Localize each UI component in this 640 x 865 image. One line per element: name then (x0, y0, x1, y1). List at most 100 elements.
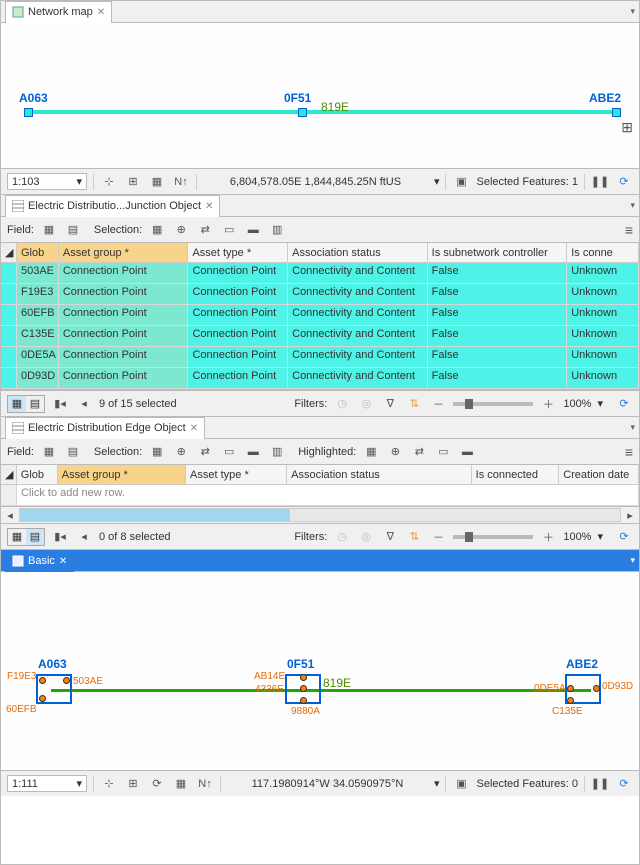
row-handle[interactable] (1, 368, 17, 388)
clear-selection-icon[interactable]: ▭ (220, 443, 238, 461)
table-row[interactable]: 503AEConnection PointConnection PointCon… (1, 263, 639, 284)
dot-60efb[interactable] (39, 695, 46, 702)
field-show-icon[interactable]: ▦ (40, 443, 58, 461)
table-row[interactable]: 0D93DConnection PointConnection PointCon… (1, 368, 639, 389)
scroll-sync-icon[interactable]: ⇅ (405, 395, 423, 413)
select-by-attr-icon[interactable]: ▦ (148, 443, 166, 461)
north-arrow-icon[interactable]: N↑ (172, 173, 190, 191)
col-subnetwork[interactable]: Is subnetwork controller (428, 243, 568, 262)
select-by-attr-icon[interactable]: ▦ (148, 221, 166, 239)
highlight-tool3-icon[interactable]: ⇄ (410, 443, 428, 461)
scale-select[interactable]: 1:103▾ (7, 173, 87, 190)
legend-tool-icon[interactable]: ▦ (148, 173, 166, 191)
prev-record-icon[interactable]: ◂ (75, 528, 93, 546)
pause-icon[interactable]: ❚❚ (591, 173, 609, 191)
tab-basic[interactable]: Basic ✕ (5, 550, 74, 572)
col-glob[interactable]: Glob (17, 465, 58, 484)
map1-node-0f51[interactable] (298, 108, 307, 117)
col-asset-type[interactable]: Asset type * (186, 465, 287, 484)
dot-503ae[interactable] (63, 677, 70, 684)
map1-node-abe2[interactable] (612, 108, 621, 117)
view-toggle[interactable]: ▦ ▤ (7, 528, 45, 546)
first-record-icon[interactable]: ▮◂ (51, 395, 69, 413)
copy-selection-icon[interactable]: ▥ (268, 221, 286, 239)
dot-0de5a[interactable] (567, 685, 574, 692)
row-handle[interactable] (1, 284, 17, 304)
table-row[interactable]: C135EConnection PointConnection PointCon… (1, 326, 639, 347)
switch-selection-icon[interactable]: ⇄ (196, 443, 214, 461)
highlight-tool5-icon[interactable]: ▬ (458, 443, 476, 461)
col-connected[interactable]: Is connected (472, 465, 560, 484)
refresh-icon[interactable]: ⟳ (615, 528, 633, 546)
view-toggle[interactable]: ▦ ▤ (7, 395, 45, 413)
selection-icon[interactable]: ▣ (452, 173, 470, 191)
selection-icon[interactable]: ▣ (452, 775, 470, 793)
scroll-left-icon[interactable]: ◂ (1, 506, 19, 524)
grid-tool-icon[interactable]: ⊞ (124, 775, 142, 793)
pane-menu-icon[interactable]: ▾ (630, 6, 635, 17)
table2-hscroll[interactable]: ◂ ▸ (1, 507, 639, 523)
pane-menu-icon[interactable]: ▾ (630, 422, 635, 433)
field-show-icon[interactable]: ▦ (40, 221, 58, 239)
scale-tool-icon[interactable]: ⊹ (100, 173, 118, 191)
time-filter-icon[interactable]: ◷ (333, 528, 351, 546)
refresh-icon[interactable]: ⟳ (615, 395, 633, 413)
switch-selection-icon[interactable]: ⇄ (196, 221, 214, 239)
col-association[interactable]: Association status (287, 465, 472, 484)
funnel-filter-icon[interactable]: ∇ (381, 528, 399, 546)
row-handle[interactable] (1, 305, 17, 325)
dot-9880a[interactable] (300, 697, 307, 704)
row-handle[interactable] (1, 347, 17, 367)
col-asset-group[interactable]: Asset group * (59, 243, 189, 262)
delete-selection-icon[interactable]: ▬ (244, 221, 262, 239)
close-icon[interactable]: ✕ (205, 201, 213, 212)
view-selected-icon[interactable]: ▤ (26, 529, 44, 545)
clear-selection-icon[interactable]: ▭ (220, 221, 238, 239)
col-asset-group[interactable]: Asset group * (58, 465, 186, 484)
zoom-in-icon[interactable]: ＋ (539, 528, 557, 546)
table-icon[interactable]: ⊞ (621, 119, 633, 136)
view-all-icon[interactable]: ▦ (8, 529, 26, 545)
scroll-right-icon[interactable]: ▸ (621, 506, 639, 524)
pane-menu-icon[interactable]: ▾ (630, 555, 635, 566)
field-alias-icon[interactable]: ▤ (64, 443, 82, 461)
north-arrow-icon[interactable]: N↑ (196, 775, 214, 793)
extent-filter-icon[interactable]: ◎ (357, 528, 375, 546)
pause-icon[interactable]: ❚❚ (591, 775, 609, 793)
tab-junction-object[interactable]: Electric Distributio...Junction Object ✕ (5, 195, 220, 217)
dot-4336e[interactable] (300, 685, 307, 692)
dot-c135e[interactable] (567, 697, 574, 704)
col-glob[interactable]: Glob (17, 243, 59, 262)
tab-network-map[interactable]: Network map ✕ (5, 1, 112, 23)
rotate-tool-icon[interactable]: ⟳ (148, 775, 166, 793)
refresh-icon[interactable]: ⟳ (615, 775, 633, 793)
first-record-icon[interactable]: ▮◂ (51, 528, 69, 546)
grid-tool-icon[interactable]: ⊞ (124, 173, 142, 191)
hamburger-icon[interactable]: ≡ (625, 222, 633, 238)
col-asset-type[interactable]: Asset type * (188, 243, 288, 262)
close-icon[interactable]: ✕ (97, 7, 105, 18)
extent-filter-icon[interactable]: ◎ (357, 395, 375, 413)
legend-tool-icon[interactable]: ▦ (172, 775, 190, 793)
table-row[interactable]: F19E3Connection PointConnection PointCon… (1, 284, 639, 305)
chevron-down-icon[interactable]: ▾ (434, 777, 440, 790)
map2-canvas[interactable]: A063 0F51 ABE2 819E F19E3 503AE 60EFB AB… (1, 572, 639, 770)
dot-0d93d[interactable] (593, 685, 600, 692)
zoom-out-icon[interactable]: － (429, 528, 447, 546)
view-selected-icon[interactable]: ▤ (26, 396, 44, 412)
scale-tool-icon[interactable]: ⊹ (100, 775, 118, 793)
scale-select[interactable]: 1:111▾ (7, 775, 87, 792)
zoom-in-icon[interactable]: ＋ (539, 395, 557, 413)
chevron-down-icon[interactable]: ▾ (597, 397, 603, 410)
time-filter-icon[interactable]: ◷ (333, 395, 351, 413)
hamburger-icon[interactable]: ≡ (625, 444, 633, 460)
prev-record-icon[interactable]: ◂ (75, 395, 93, 413)
close-icon[interactable]: ✕ (190, 423, 198, 434)
col-connected[interactable]: Is conne (567, 243, 639, 262)
close-icon[interactable]: ✕ (59, 556, 67, 567)
highlight-tool4-icon[interactable]: ▭ (434, 443, 452, 461)
table-row[interactable]: 0DE5AConnection PointConnection PointCon… (1, 347, 639, 368)
col-creation-date[interactable]: Creation date (559, 465, 639, 484)
refresh-icon[interactable]: ⟳ (615, 173, 633, 191)
table-row[interactable]: 60EFBConnection PointConnection PointCon… (1, 305, 639, 326)
